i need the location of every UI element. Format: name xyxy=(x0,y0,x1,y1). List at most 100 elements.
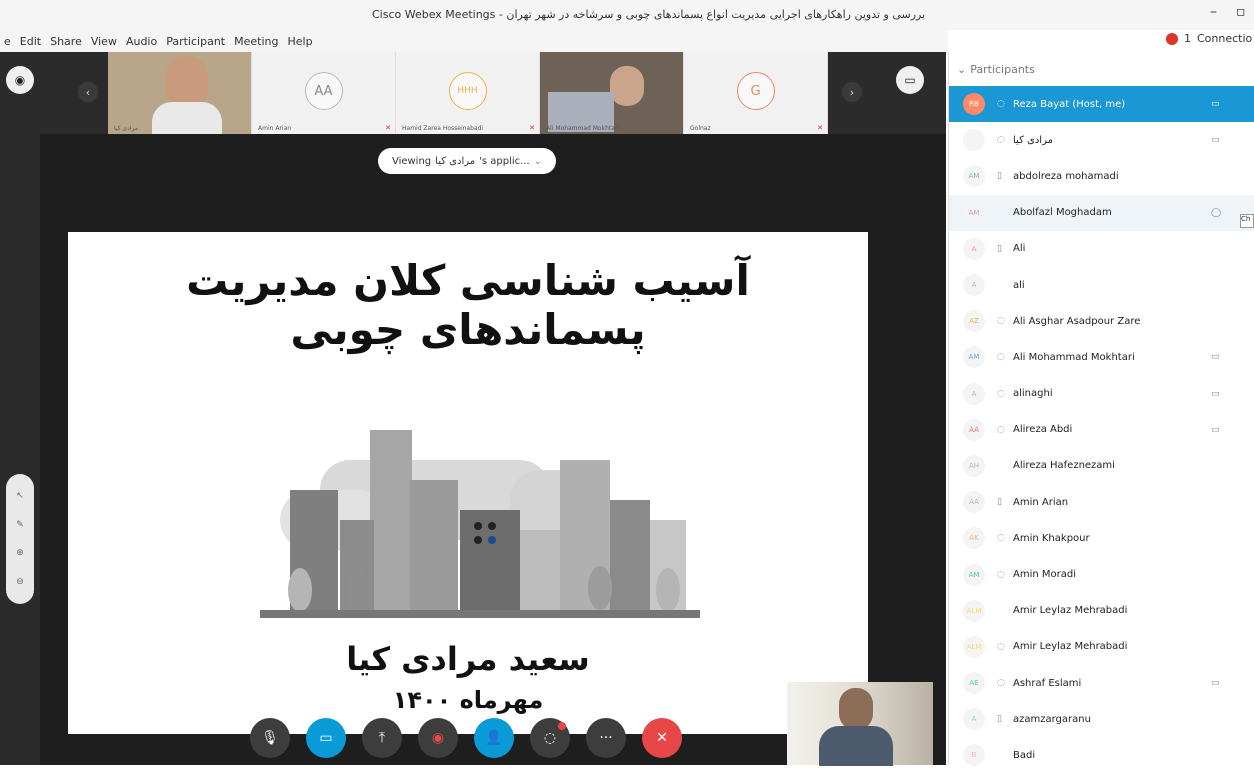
avatar: AM xyxy=(963,563,985,586)
viewing-prefix: Viewing xyxy=(391,155,432,167)
chat-button[interactable]: ◌ xyxy=(530,718,570,758)
mic-status-icon: ◌ xyxy=(997,388,1005,399)
pen-icon[interactable]: ✎ xyxy=(16,520,24,530)
menu-edit[interactable]: Edit xyxy=(20,35,41,48)
leave-button[interactable]: ✕ xyxy=(642,718,682,758)
mic-status-icon: ▯ xyxy=(997,171,1002,182)
annotation-toolbar: ↖ ✎ ⊕ ⊖ xyxy=(6,474,34,604)
participant-name: Amin Khakpour xyxy=(1013,532,1090,544)
meeting-controls: 🎙 ▭ ⤒ ◉ 👤 ◌ ··· ✕ xyxy=(250,718,682,758)
participant-name: Alireza Abdi xyxy=(1013,424,1073,436)
participant-row[interactable]: AA ▯ Amin Arian xyxy=(949,484,1254,520)
record-button[interactable]: ◉ xyxy=(418,718,458,758)
minimize-thumbnails-icon[interactable]: ▭ xyxy=(896,66,924,94)
participant-name: abdolreza mohamadi xyxy=(1013,170,1119,182)
city-illustration xyxy=(260,430,700,618)
camera-status-icon: ▭ xyxy=(1211,99,1220,110)
participant-name: alinaghi xyxy=(1013,388,1053,400)
tooltip: Ch xyxy=(1240,214,1254,228)
menu-file[interactable]: e xyxy=(4,35,11,48)
participant-row[interactable]: AA ◌ Alireza Abdi ▭ xyxy=(949,412,1254,448)
pointer-icon[interactable]: ↖ xyxy=(16,491,24,501)
participant-row[interactable]: AH Alireza Hafeznezami xyxy=(949,448,1254,484)
participant-name: مرادی کیا xyxy=(1013,134,1053,146)
left-strip xyxy=(0,52,40,765)
participant-row[interactable]: ALM Amir Leylaz Mehrabadi xyxy=(949,593,1254,629)
slide-date: مهرماه ۱۴۰۰ xyxy=(392,686,544,714)
participants-panel: ⌄ Participants RB ◌ Reza Bayat (Host, me) ▭… xyxy=(948,52,1254,767)
participant-row[interactable]: ◌ مرادی کیا ▭ xyxy=(949,122,1254,158)
avatar: AA xyxy=(963,491,985,514)
participant-row[interactable]: AM ◌ Amin Moradi xyxy=(949,556,1254,592)
window-title: Cisco Webex Meetings - بررسی و تدوین راه… xyxy=(372,8,925,21)
zoom-out-icon[interactable]: ⊖ xyxy=(16,577,24,587)
participant-row[interactable]: RB ◌ Reza Bayat (Host, me) ▭ xyxy=(949,86,1254,123)
zoom-in-icon[interactable]: ⊕ xyxy=(16,548,24,558)
thumbnail-video[interactable]: مرادی کیا xyxy=(108,52,252,134)
close-icon: ✕ xyxy=(656,730,668,746)
mic-status-icon: ◌ xyxy=(997,352,1005,363)
panel-header[interactable]: ⌄ Participants xyxy=(949,52,1254,86)
minimize-button[interactable]: – xyxy=(1210,4,1217,20)
camera-status-icon: ▭ xyxy=(1211,678,1220,689)
scroll-right-icon[interactable]: › xyxy=(842,82,862,102)
viewing-suffix: 's applic... xyxy=(479,155,530,167)
participant-name: azamzargaranu xyxy=(1013,713,1091,725)
participant-row[interactable]: AM ▯ abdolreza mohamadi xyxy=(949,158,1254,194)
participant-name: Reza Bayat (Host, me) xyxy=(1013,98,1126,110)
more-button[interactable]: ··· xyxy=(586,718,626,758)
share-button[interactable]: ⤒ xyxy=(362,718,402,758)
thumbnail-avatar[interactable]: AA Amin Arian ✕ xyxy=(252,52,396,134)
menu-audio[interactable]: Audio xyxy=(126,35,157,48)
avatar: A xyxy=(963,237,985,260)
participant-row[interactable]: A ▯ Ali xyxy=(949,231,1254,267)
avatar: AM xyxy=(963,346,985,369)
avatar: AA xyxy=(963,418,985,441)
avatar: ALM xyxy=(963,599,985,622)
thumbnail-avatar[interactable]: HHH Hamid Zarea Hosseinabadi ✕ xyxy=(396,52,540,134)
participant-row[interactable]: ALM ◌ Amir Leylaz Mehrabadi xyxy=(949,629,1254,665)
participants-button[interactable]: 👤 xyxy=(474,718,514,758)
menu-share[interactable]: Share xyxy=(50,35,82,48)
avatar: AM xyxy=(963,165,985,188)
mute-button[interactable]: 🎙 xyxy=(250,718,290,758)
scroll-left-icon[interactable]: ‹ xyxy=(78,82,98,102)
participant-name: Ali Asghar Asadpour Zare xyxy=(1013,315,1141,327)
participant-row[interactable]: AK ◌ Amin Khakpour xyxy=(949,520,1254,556)
chevron-down-icon: ⌄ xyxy=(533,155,543,167)
menu-participant[interactable]: Participant xyxy=(166,35,225,48)
menu-help[interactable]: Help xyxy=(287,35,312,48)
menu-meeting[interactable]: Meeting xyxy=(234,35,278,48)
participant-row[interactable]: AZ ◌ Ali Asghar Asadpour Zare xyxy=(949,303,1254,339)
participant-name: ali xyxy=(1013,279,1025,291)
participant-row[interactable]: AM Abolfazl Moghadam ◯ xyxy=(949,194,1254,231)
viewing-selector[interactable]: Viewing مرادی کیا 's applic... ⌄ xyxy=(378,148,556,174)
participant-row[interactable]: B Badi xyxy=(949,737,1254,773)
maximize-button[interactable]: ▫ xyxy=(1236,4,1246,20)
layout-icon[interactable]: ◉ xyxy=(6,66,34,94)
participant-row[interactable]: AE ◌ Ashraf Eslami ▭ xyxy=(949,665,1254,701)
avatar: AM xyxy=(963,201,985,224)
participant-row[interactable]: AM ◌ Ali Mohammad Mokhtari ▭ xyxy=(949,339,1254,375)
avatar: AE xyxy=(963,672,985,695)
participant-name: Amin Arian xyxy=(1013,496,1069,508)
avatar: AZ xyxy=(963,310,985,333)
record-icon: ◉ xyxy=(431,730,445,746)
participant-name: Amin Moradi xyxy=(1013,569,1076,581)
menu-view[interactable]: View xyxy=(91,35,117,48)
thumbnail-name: مرادی کیا xyxy=(114,125,138,132)
participant-row[interactable]: Aali xyxy=(949,267,1254,303)
avatar: A xyxy=(963,274,985,297)
connection-status[interactable]: 1 Connectio xyxy=(1166,32,1252,45)
thumbnail-avatar[interactable]: G Golnaz ✕ xyxy=(684,52,828,134)
video-button[interactable]: ▭ xyxy=(306,718,346,758)
muted-mic-icon: ✕ xyxy=(529,124,535,132)
self-view-video[interactable] xyxy=(787,682,933,766)
thumbnail-name: Ali Mohammad Mokhtari xyxy=(546,125,620,132)
connection-label: Connectio xyxy=(1197,32,1253,45)
participant-row[interactable]: A ▯ azamzargaranu xyxy=(949,701,1254,737)
mic-status-icon: ◌ xyxy=(997,135,1005,146)
thumbnail-video[interactable]: Ali Mohammad Mokhtari xyxy=(540,52,684,134)
participant-row[interactable]: A ◌ alinaghi ▭ xyxy=(949,376,1254,412)
participant-name: Ali Mohammad Mokhtari xyxy=(1013,351,1135,363)
